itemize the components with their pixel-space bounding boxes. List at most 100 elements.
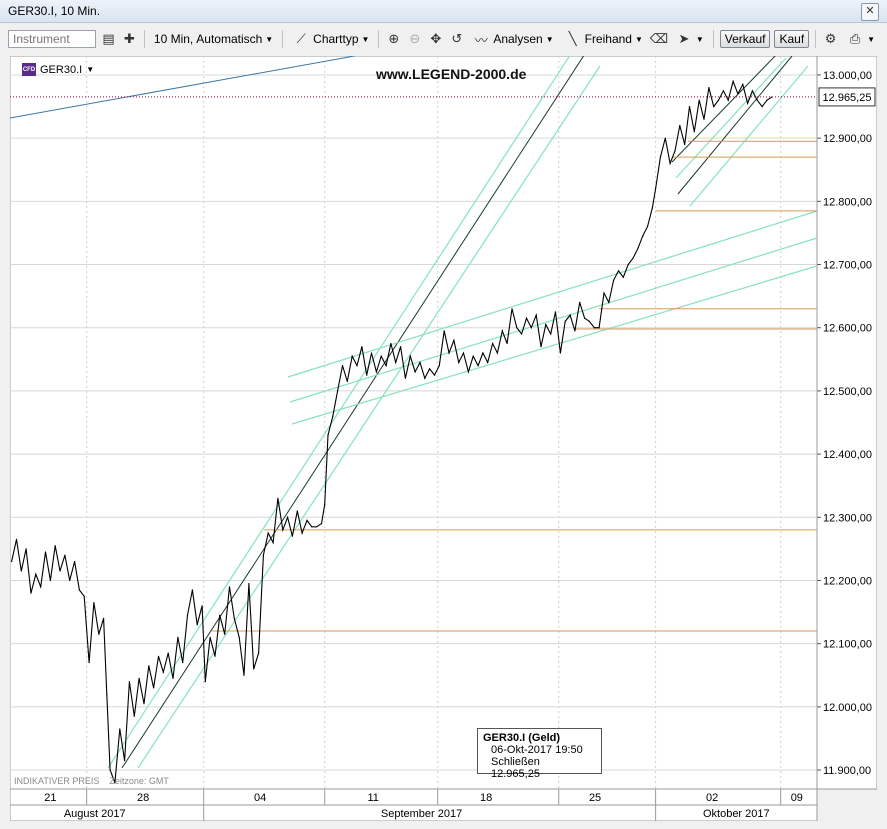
- price-point: [277, 497, 279, 499]
- chart-area[interactable]: 11.900,00 12.000,00 12.100,00 12.200,00 12.3…: [10, 56, 877, 821]
- x-tick-label: 18: [480, 792, 492, 804]
- symbol-selector[interactable]: CFD GER30.I ▼: [22, 63, 94, 76]
- price-point: [74, 560, 76, 563]
- y-tick-label: 12.700,00: [823, 260, 872, 272]
- x-tick-label: 11: [367, 792, 378, 804]
- price-point: [316, 526, 318, 528]
- zoom-out-icon[interactable]: ⊖: [406, 30, 423, 48]
- interval-dropdown[interactable]: 10 Min, Automatisch ▼: [151, 32, 276, 46]
- price-point: [593, 327, 595, 329]
- price-point: [698, 99, 700, 101]
- price-point: [291, 535, 293, 537]
- kauf-button[interactable]: Kauf: [774, 30, 810, 48]
- toolbar: ▤ ✚ 10 Min, Automatisch ▼ ⟋ Charttyp ▼ ⊕…: [8, 26, 878, 52]
- add-instrument-icon[interactable]: ✚: [121, 30, 138, 48]
- price-point: [219, 614, 221, 616]
- price-point: [603, 292, 605, 294]
- month-label: Oktober 2017: [703, 808, 770, 820]
- verkauf-button[interactable]: Verkauf: [719, 30, 771, 48]
- y-tick-label: 12.000,00: [823, 702, 872, 714]
- freihand-dropdown[interactable]: ╲ Freihand ▼: [561, 30, 646, 48]
- price-point: [351, 355, 353, 357]
- price-point: [228, 586, 231, 588]
- price-point: [204, 681, 206, 683]
- close-icon[interactable]: ✕: [861, 3, 879, 21]
- price-point: [88, 662, 90, 664]
- price-point: [717, 99, 720, 101]
- window-title: GER30.I, 10 Min.: [8, 4, 101, 18]
- price-point: [361, 346, 363, 348]
- price-point: [186, 614, 189, 616]
- chevron-down-icon: ▼: [265, 34, 274, 44]
- current-price-label: 12.965,25: [823, 92, 872, 104]
- price-point: [201, 605, 203, 607]
- charttype-dropdown[interactable]: ⟋ Charttyp ▼: [289, 30, 372, 48]
- price-point: [713, 106, 715, 108]
- toolbar-separator: [143, 30, 145, 48]
- chevron-down-icon: ▼: [867, 34, 875, 44]
- mode-label: Automatisch: [196, 32, 263, 46]
- price-point: [458, 361, 460, 364]
- analysen-dropdown[interactable]: 〰 Analysen ▼: [469, 30, 556, 48]
- eraser-icon[interactable]: ⌫: [650, 30, 668, 48]
- print-dropdown[interactable]: ⎙ ▼: [843, 30, 878, 48]
- price-point: [448, 352, 450, 354]
- price-point: [598, 327, 600, 329]
- y-tick-label: 12.400,00: [823, 449, 872, 461]
- print-icon: ⎙: [849, 31, 861, 46]
- y-tick-label: 11.900,00: [823, 765, 871, 777]
- cursor-dropdown[interactable]: ➤ ▼: [672, 30, 707, 48]
- tooltip-close: Schließen 12.965,25: [483, 756, 596, 780]
- price-point: [409, 355, 411, 357]
- toolbar-separator: [815, 30, 817, 48]
- price-point: [370, 352, 373, 354]
- price-point: [78, 589, 80, 591]
- price-point: [472, 355, 474, 357]
- y-axis-background: [816, 56, 877, 790]
- move-icon[interactable]: ✥: [427, 30, 444, 48]
- price-point: [727, 99, 729, 101]
- price-point: [69, 579, 71, 582]
- price-point: [646, 226, 649, 228]
- price-point: [385, 365, 387, 367]
- instrument-input[interactable]: [8, 30, 96, 48]
- x-tick-label: 21: [44, 792, 56, 804]
- price-point: [153, 687, 155, 689]
- price-point: [550, 333, 552, 335]
- price-point: [375, 371, 377, 373]
- price-point: [196, 624, 198, 626]
- plot-background: [10, 56, 818, 790]
- y-tick-label: 12.800,00: [823, 196, 872, 208]
- price-chart[interactable]: 11.900,00 12.000,00 12.100,00 12.200,00 12.3…: [10, 56, 877, 821]
- price-point: [272, 542, 274, 544]
- price-point: [262, 554, 264, 556]
- price-point: [535, 314, 537, 316]
- month-label: August 2017: [64, 808, 126, 820]
- price-point: [93, 602, 95, 604]
- instrument-list-icon[interactable]: ▤: [100, 30, 117, 48]
- price-point: [267, 532, 269, 534]
- price-point: [453, 339, 455, 341]
- price-point: [511, 308, 513, 310]
- chart-settings-icon[interactable]: ⚙: [822, 30, 839, 48]
- y-tick-label: 12.300,00: [823, 512, 872, 524]
- price-point: [49, 579, 52, 582]
- price-point: [11, 560, 13, 563]
- price-point: [44, 551, 47, 553]
- price-point: [20, 570, 22, 572]
- y-tick-label: 12.900,00: [823, 133, 872, 145]
- x-tick-label: 02: [706, 792, 718, 804]
- price-point: [545, 324, 547, 326]
- price-point: [287, 516, 289, 518]
- undo-icon[interactable]: ↺: [448, 30, 465, 48]
- price-point: [742, 83, 744, 85]
- price-point: [15, 538, 18, 540]
- chevron-down-icon: ▼: [361, 34, 370, 44]
- price-point: [669, 162, 671, 164]
- price-point: [521, 333, 523, 335]
- toolbar-separator: [282, 30, 284, 48]
- price-point: [380, 355, 382, 357]
- x-axis-background: [10, 788, 818, 806]
- price-point: [482, 352, 484, 354]
- zoom-in-icon[interactable]: ⊕: [385, 30, 402, 48]
